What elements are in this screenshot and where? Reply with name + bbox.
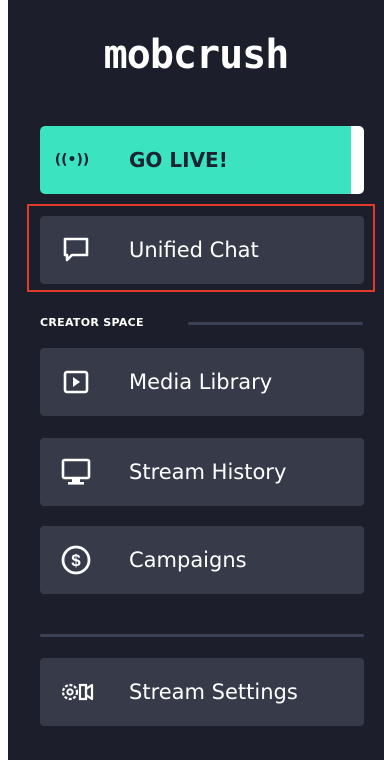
svg-text:$: $ xyxy=(71,551,81,570)
chat-bubble-icon xyxy=(58,216,94,284)
stream-settings-button[interactable]: Stream Settings xyxy=(40,658,364,726)
go-live-label: GO LIVE! xyxy=(129,148,228,172)
stream-history-label: Stream History xyxy=(129,460,287,484)
play-square-icon xyxy=(58,348,94,416)
campaigns-button[interactable]: $ Campaigns xyxy=(40,526,364,594)
stream-history-button[interactable]: Stream History xyxy=(40,438,364,506)
monitor-icon xyxy=(58,438,94,506)
sidebar-panel: mobcrush ((•)) GO LIVE! Unified Chat CRE… xyxy=(8,0,384,760)
gear-camera-icon xyxy=(58,658,94,726)
section-divider xyxy=(188,322,363,325)
go-live-button[interactable]: ((•)) GO LIVE! xyxy=(40,126,364,194)
media-library-label: Media Library xyxy=(129,370,273,394)
nav-divider xyxy=(40,634,364,637)
creator-space-heading: CREATOR SPACE xyxy=(40,316,144,329)
unified-chat-button[interactable]: Unified Chat xyxy=(40,216,364,284)
mobcrush-logo: mobcrush xyxy=(103,32,290,78)
unified-chat-label: Unified Chat xyxy=(129,238,259,262)
broadcast-icon: ((•)) xyxy=(54,152,90,168)
media-library-button[interactable]: Media Library xyxy=(40,348,364,416)
stream-settings-label: Stream Settings xyxy=(129,680,298,704)
campaigns-label: Campaigns xyxy=(129,548,247,572)
dollar-circle-icon: $ xyxy=(58,526,94,594)
